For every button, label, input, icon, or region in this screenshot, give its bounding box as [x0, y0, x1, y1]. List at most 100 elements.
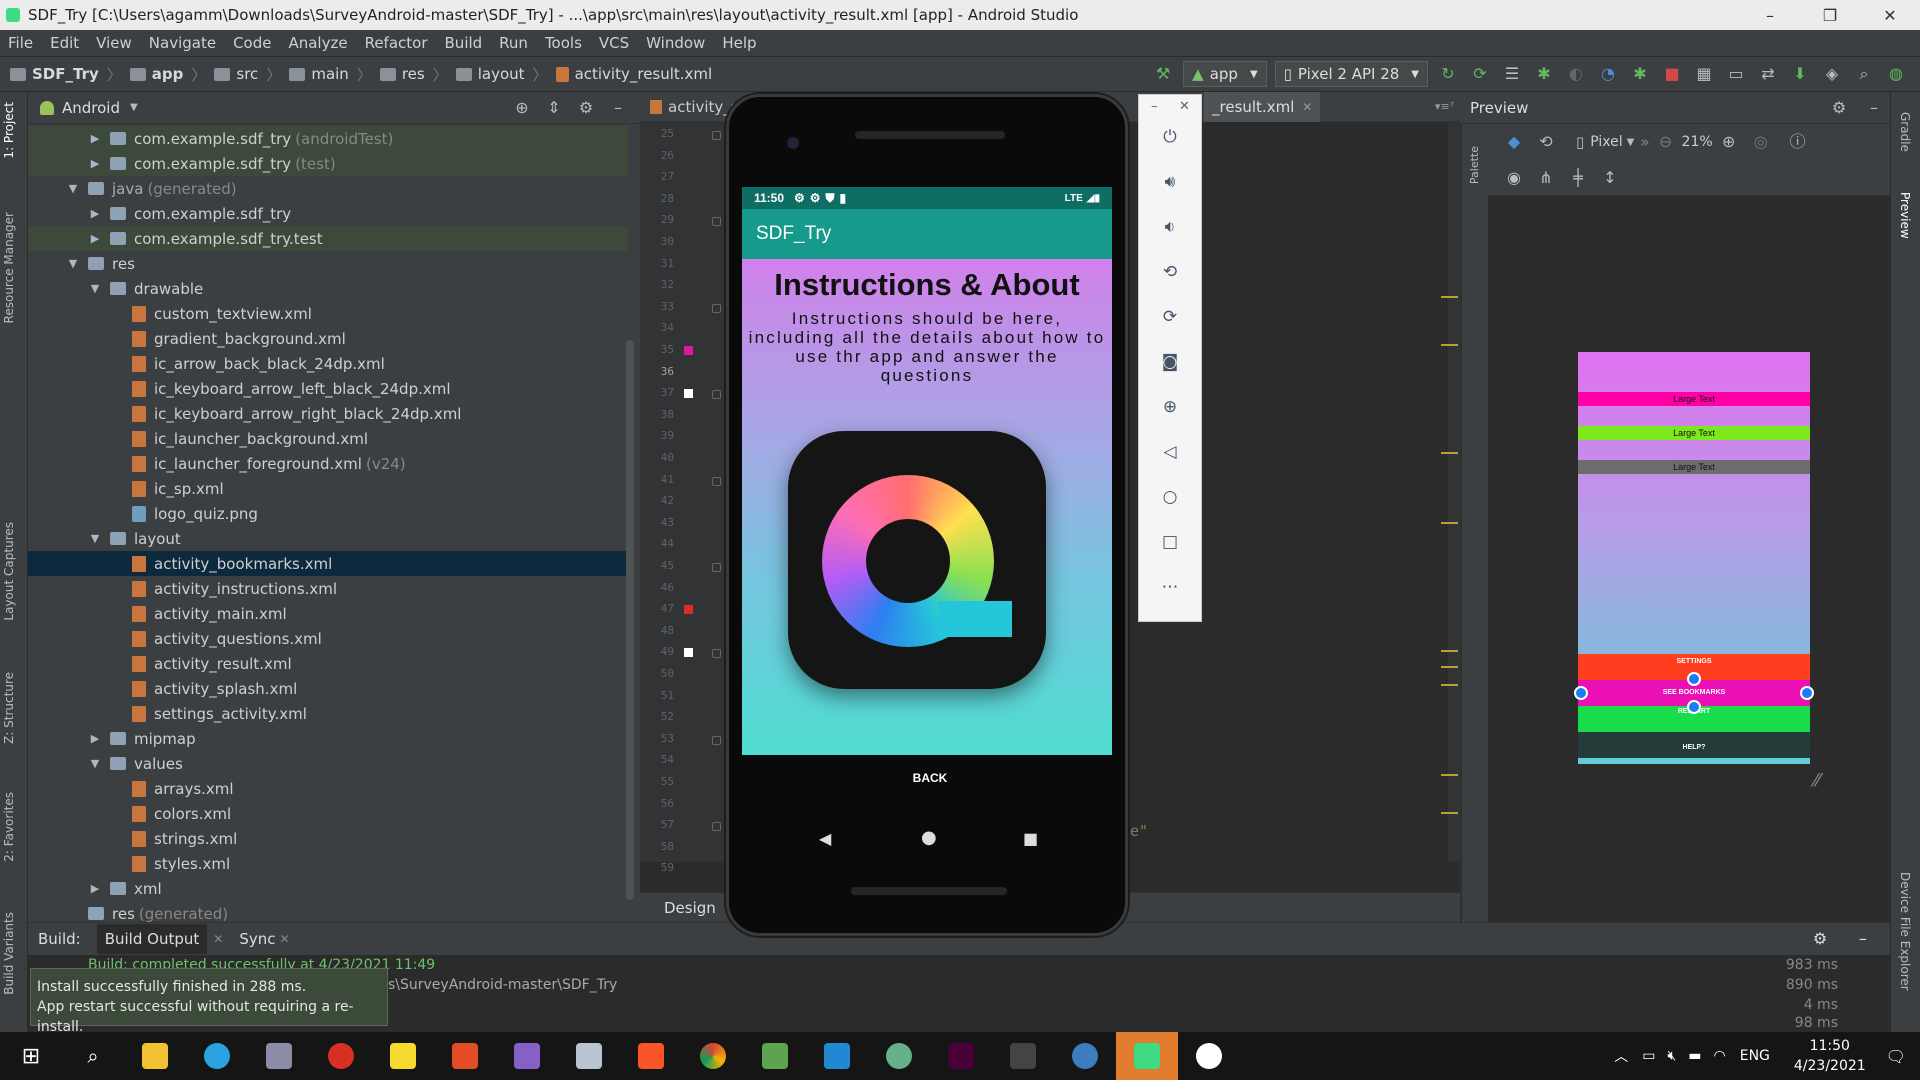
event-log-icon[interactable]: ◍	[1885, 63, 1907, 85]
fold-icon[interactable]	[712, 822, 721, 832]
taskbar-office[interactable]	[434, 1032, 496, 1080]
taskbar-chrome[interactable]	[682, 1032, 744, 1080]
tab-build-output[interactable]: Build Output	[96, 924, 208, 954]
chevron-right-icon[interactable]: ▶	[88, 207, 102, 220]
close-icon[interactable]: ✕	[1179, 99, 1190, 114]
attach-debugger-icon[interactable]: ✱	[1629, 63, 1651, 85]
menu-refactor[interactable]: Refactor	[357, 34, 437, 52]
menu-view[interactable]: View	[88, 34, 141, 52]
rotate-left-icon[interactable]: ⟲	[1139, 254, 1201, 290]
nav-back-icon[interactable]: ◀	[819, 829, 831, 848]
locate-icon[interactable]: ⊕	[511, 97, 533, 119]
tree-item[interactable]: ▶ mipmap	[28, 726, 628, 751]
device-select[interactable]: Pixel	[1590, 134, 1622, 150]
menu-tools[interactable]: Tools	[537, 34, 591, 52]
tab-resource-manager[interactable]: Resource Manager	[2, 212, 16, 323]
menu-vcs[interactable]: VCS	[591, 34, 638, 52]
chevron-down-icon[interactable]: ▼	[130, 102, 138, 113]
fold-icon[interactable]	[712, 563, 721, 572]
tree-item[interactable]: ic_keyboard_arrow_left_black_24dp.xml	[28, 376, 628, 401]
hide-icon[interactable]: –	[607, 97, 629, 119]
run-config-select[interactable]: ▲ app ▼	[1183, 61, 1267, 87]
minimize-icon[interactable]: –	[1151, 99, 1158, 114]
taskbar-xd[interactable]	[930, 1032, 992, 1080]
tree-item[interactable]: ▶ xml	[28, 876, 628, 901]
tree-item[interactable]: activity_main.xml	[28, 601, 628, 626]
menu-file[interactable]: File	[0, 34, 42, 52]
warning-marker[interactable]	[1441, 812, 1458, 814]
taskbar-unity[interactable]	[992, 1032, 1054, 1080]
breadcrumb-app[interactable]: app	[152, 65, 184, 83]
tree-item[interactable]: activity_questions.xml	[28, 626, 628, 651]
back-icon[interactable]: ◁	[1139, 434, 1201, 470]
device-select[interactable]: ▯ Pixel 2 API 28 ▼	[1274, 61, 1428, 87]
tab-structure[interactable]: Z: Structure	[2, 672, 16, 744]
preview-large-text-3[interactable]: Large Text	[1578, 460, 1810, 474]
language-indicator[interactable]: ENG	[1740, 1048, 1770, 1064]
profile-icon[interactable]: ◔	[1597, 63, 1619, 85]
tree-item[interactable]: strings.xml	[28, 826, 628, 851]
meet-icon[interactable]: ▭	[1642, 1048, 1655, 1064]
overview-icon[interactable]: □	[1139, 524, 1201, 560]
tree-item[interactable]: settings_activity.xml	[28, 701, 628, 726]
menu-help[interactable]: Help	[714, 34, 765, 52]
warning-marker[interactable]	[1441, 684, 1458, 686]
menu-build[interactable]: Build	[437, 34, 492, 52]
resize-handle[interactable]	[1687, 672, 1701, 686]
menu-analyze[interactable]: Analyze	[280, 34, 356, 52]
maximize-button[interactable]: ❐	[1800, 6, 1860, 25]
taskbar-database[interactable]	[558, 1032, 620, 1080]
close-button[interactable]: ✕	[1860, 6, 1920, 25]
project-structure-icon[interactable]: ▦	[1693, 63, 1715, 85]
taskbar-sticky-notes[interactable]	[372, 1032, 434, 1080]
list-icon[interactable]: ☰	[1501, 63, 1523, 85]
close-tab-icon[interactable]: ✕	[213, 932, 223, 946]
fold-icon[interactable]	[712, 217, 721, 227]
menu-window[interactable]: Window	[638, 34, 714, 52]
tree-item[interactable]: ▼ res	[28, 251, 628, 276]
collapse-all-icon[interactable]: ⇕	[543, 97, 565, 119]
avd-manager-icon[interactable]: ▭	[1725, 63, 1747, 85]
back-button[interactable]: BACK	[729, 771, 1131, 785]
taskbar-notepad[interactable]	[744, 1032, 806, 1080]
taskbar-brave[interactable]	[620, 1032, 682, 1080]
tree-item[interactable]: colors.xml	[28, 801, 628, 826]
warning-marker[interactable]	[1441, 452, 1458, 454]
taskbar-gmail[interactable]	[310, 1032, 372, 1080]
warning-marker[interactable]	[1441, 774, 1458, 776]
color-swatch-marker[interactable]	[684, 389, 693, 399]
menu-navigate[interactable]: Navigate	[141, 34, 225, 52]
close-tab-icon[interactable]: ✕	[279, 932, 289, 946]
gear-icon[interactable]: ⚙	[1809, 928, 1831, 950]
chevron-right-icon[interactable]: ▶	[88, 232, 102, 245]
chevron-right-icon[interactable]: ▶	[88, 732, 102, 745]
wifi-icon[interactable]: ◠	[1714, 1048, 1726, 1064]
chevron-down-icon[interactable]: ▼	[1627, 137, 1635, 148]
tree-item[interactable]: ▶ com.example.sdf_try (androidTest)	[28, 126, 628, 151]
breadcrumb-res[interactable]: res	[402, 65, 425, 83]
menu-code[interactable]: Code	[225, 34, 280, 52]
tree-item[interactable]: logo_quiz.png	[28, 501, 628, 526]
guidelines-icon[interactable]: ╪	[1567, 167, 1589, 189]
tree-item[interactable]: custom_textview.xml	[28, 301, 628, 326]
taskbar-telegram[interactable]	[186, 1032, 248, 1080]
tree-item[interactable]: ic_launcher_foreground.xml (v24)	[28, 451, 628, 476]
chevron-down-icon[interactable]: ▼	[88, 532, 102, 545]
chevron-down-icon[interactable]: ▼	[66, 257, 80, 270]
hammer-icon[interactable]: ⚒	[1152, 63, 1174, 85]
tab-activity-result[interactable]: _result.xml	[1212, 98, 1294, 116]
fold-icon[interactable]	[712, 303, 721, 313]
tab-list-icon[interactable]: ▾≡⁷	[1435, 100, 1454, 113]
tree-item[interactable]: activity_splash.xml	[28, 676, 628, 701]
apply-changes-icon[interactable]: ↻	[1437, 63, 1459, 85]
tree-item[interactable]: ic_launcher_background.xml	[28, 426, 628, 451]
sdk-manager-icon[interactable]: ⬇	[1789, 63, 1811, 85]
more-icon[interactable]: »	[1640, 133, 1649, 151]
tree-item[interactable]: ic_keyboard_arrow_right_black_24dp.xml	[28, 401, 628, 426]
taskbar-explorer[interactable]	[124, 1032, 186, 1080]
tab-device-file-explorer[interactable]: Device File Explorer	[1898, 872, 1912, 991]
more-icon[interactable]: ⋯	[1139, 569, 1201, 605]
clock[interactable]: 11:50 4/23/2021	[1794, 1036, 1866, 1076]
volume-up-icon[interactable]: 🔊︎	[1139, 164, 1201, 200]
tree-item[interactable]: ic_sp.xml	[28, 476, 628, 501]
